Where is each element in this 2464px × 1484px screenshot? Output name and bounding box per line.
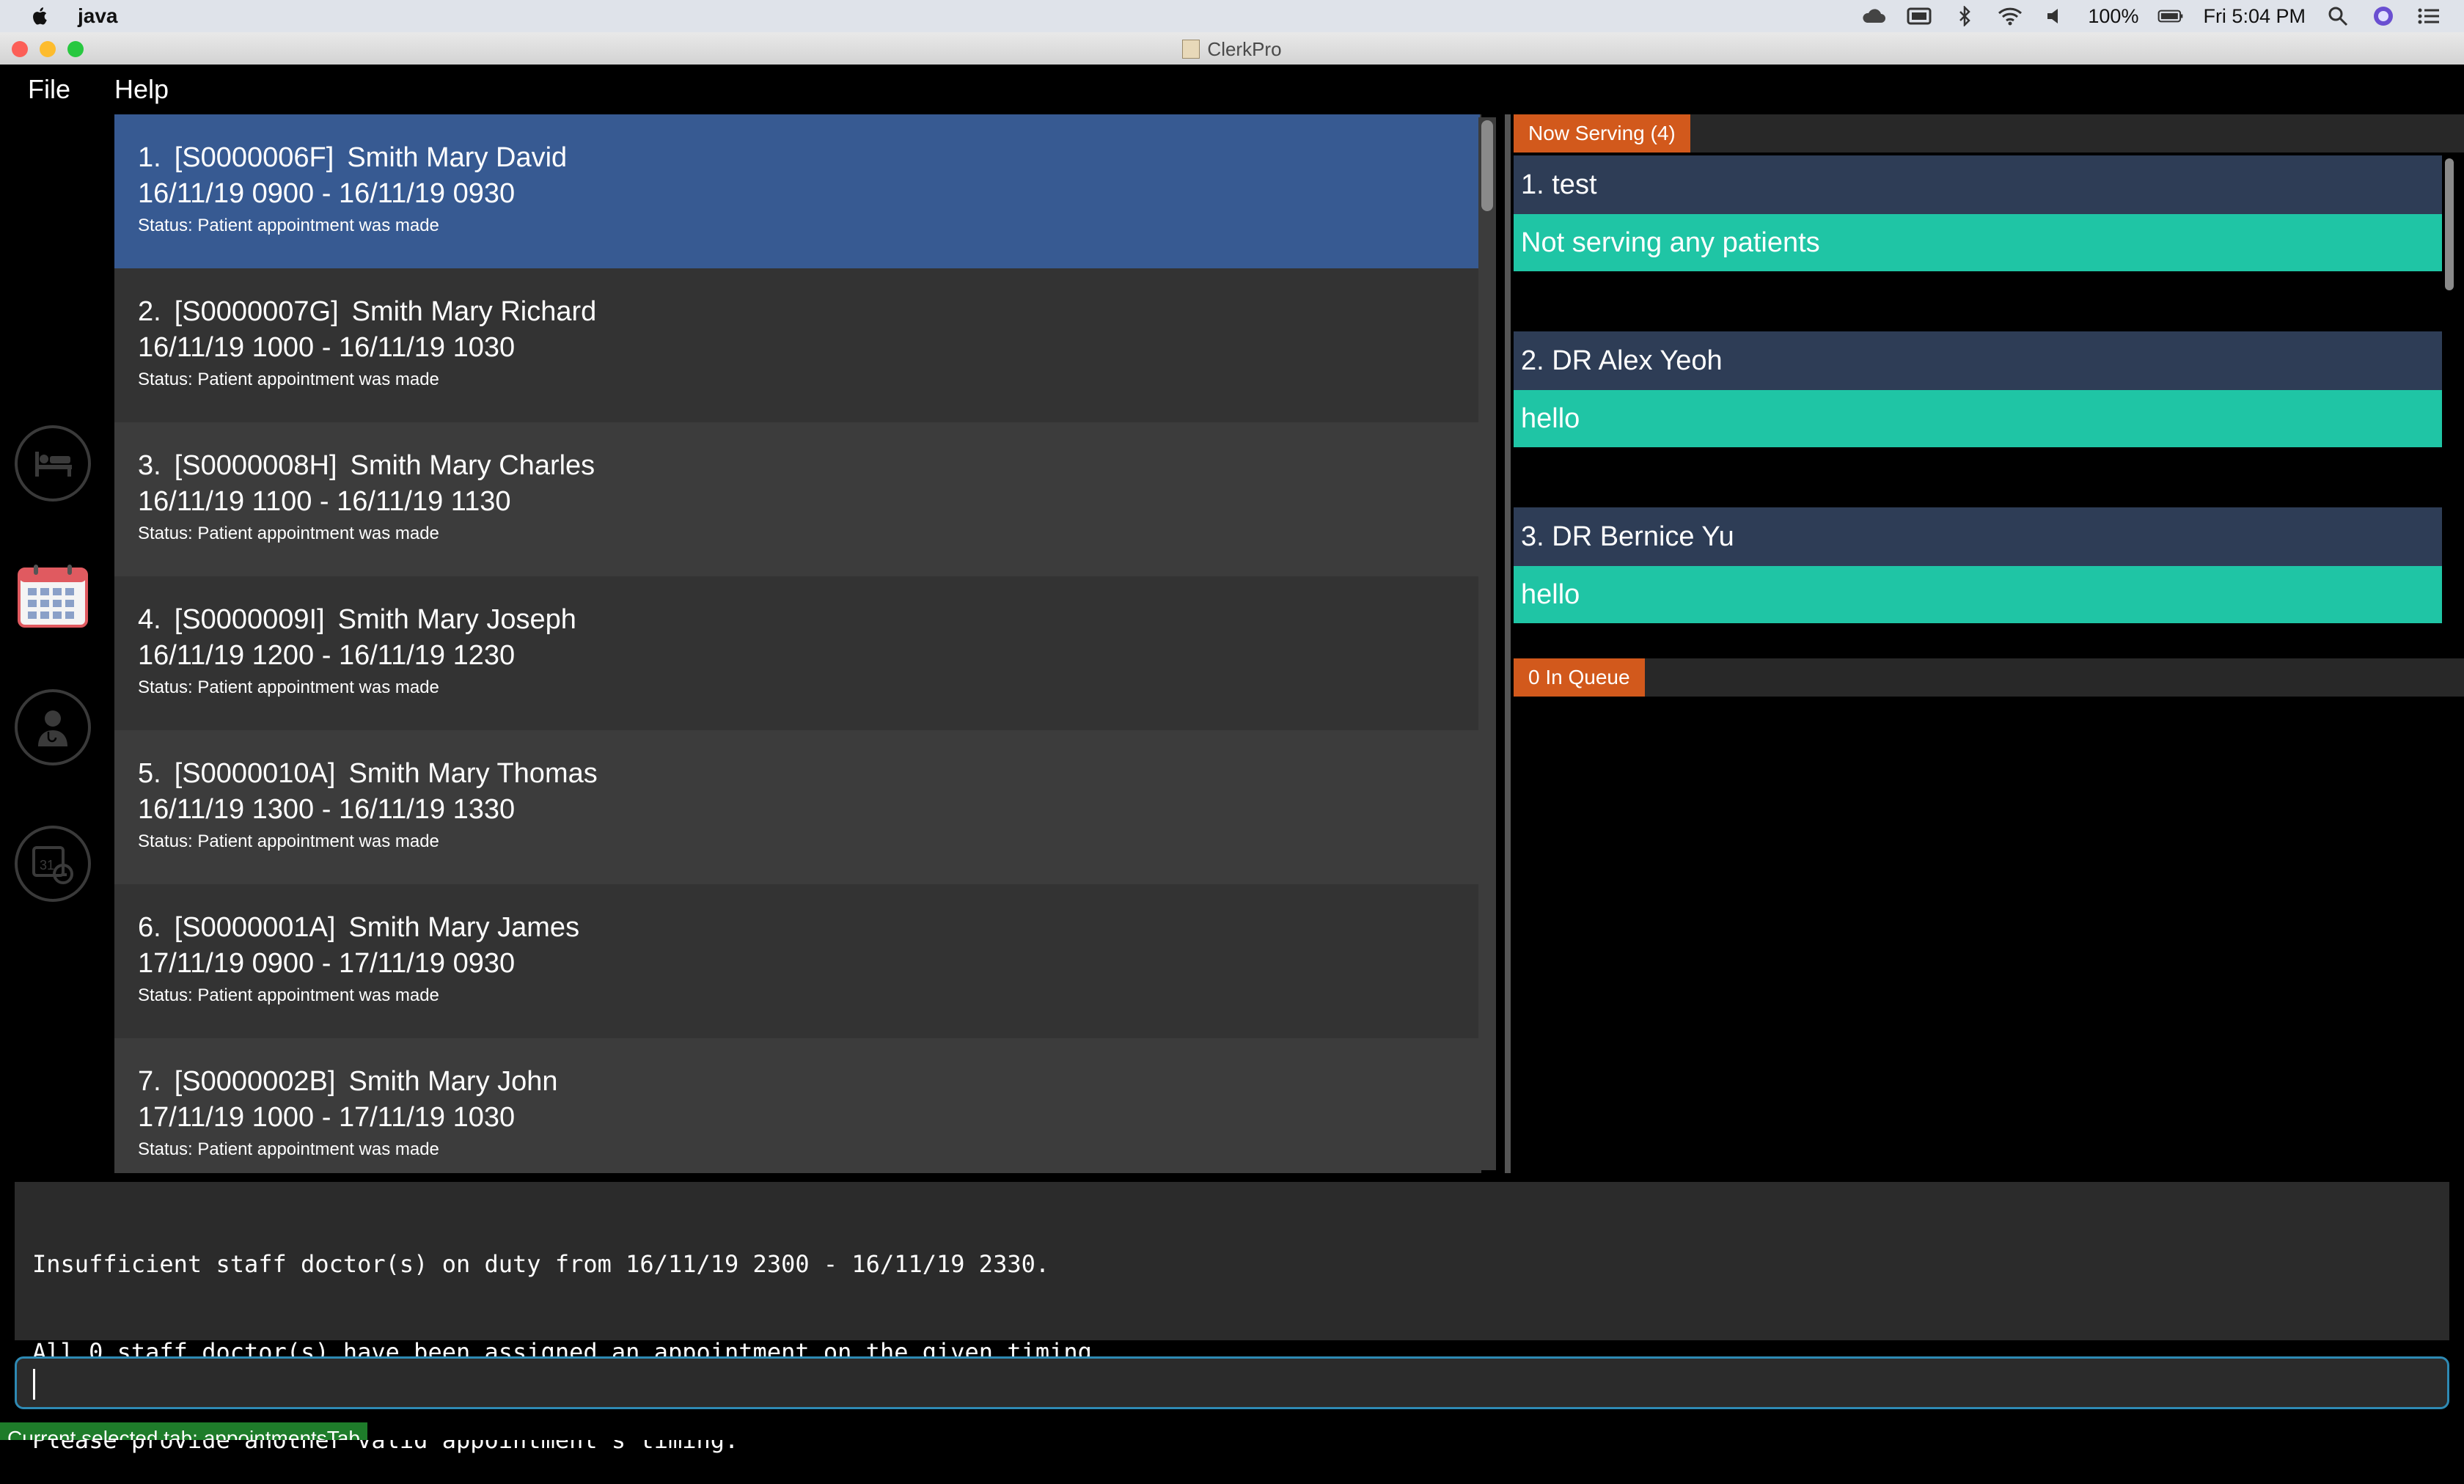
appointment-index: 7. bbox=[138, 1066, 161, 1097]
menu-file[interactable]: File bbox=[26, 70, 72, 109]
appointment-index: 1. bbox=[138, 142, 161, 173]
appointment-card[interactable]: 6. [S0000001A] Smith Mary James 17/11/19 0… bbox=[114, 884, 1480, 1038]
current-tab-status: Current selected tab: appointmentsTab bbox=[0, 1422, 367, 1440]
queue-header: 0 In Queue bbox=[1514, 658, 2464, 697]
room-serving-status: hello bbox=[1514, 566, 2442, 623]
appointment-index: 5. bbox=[138, 758, 161, 789]
result-display: Insufficient staff doctor(s) on duty fro… bbox=[15, 1182, 2449, 1454]
appointment-time: 16/11/19 1100 - 16/11/19 1130 bbox=[138, 486, 511, 517]
duty-roster-tab-button[interactable]: 31 bbox=[15, 826, 91, 902]
scrollbar-thumb[interactable] bbox=[2445, 158, 2454, 290]
appointment-index: 4. bbox=[138, 604, 161, 635]
search-icon[interactable] bbox=[2325, 7, 2351, 26]
battery-icon[interactable] bbox=[2157, 7, 2184, 26]
appointment-patient-name: Smith Mary Richard bbox=[351, 296, 597, 327]
cloud-icon[interactable] bbox=[1860, 7, 1887, 26]
appointment-ref-id: [S0000001A] bbox=[174, 912, 336, 943]
appointment-card[interactable]: 1. [S0000006F] Smith Mary David 16/11/19 0… bbox=[114, 114, 1480, 268]
appointment-status: Status: Patient appointment was made bbox=[138, 1139, 439, 1159]
svg-text:31: 31 bbox=[40, 858, 54, 873]
appointment-card[interactable]: 4. [S0000009I] Smith Mary Joseph 16/11/19 … bbox=[114, 576, 1480, 730]
active-app-name[interactable]: java bbox=[78, 4, 118, 28]
volume-icon[interactable] bbox=[2042, 7, 2069, 26]
room-card[interactable]: 1. test Not serving any patients bbox=[1514, 155, 2442, 271]
room-serving-status: Not serving any patients bbox=[1514, 214, 2442, 271]
queue-count-label: 0 In Queue bbox=[1514, 658, 1645, 697]
doctor-icon bbox=[38, 710, 67, 746]
appointment-card[interactable]: 7. [S0000002B] Smith Mary John 17/11/19 10… bbox=[114, 1038, 1480, 1173]
appointment-ref-id: [S0000002B] bbox=[174, 1066, 336, 1097]
appointment-patient-name: Smith Mary John bbox=[348, 1066, 558, 1097]
bed-icon bbox=[35, 452, 72, 477]
calendar-clock-icon: 31 bbox=[32, 846, 73, 884]
appointment-index: 3. bbox=[138, 450, 161, 481]
window-title: ClerkPro bbox=[0, 38, 2464, 61]
appointment-status: Status: Patient appointment was made bbox=[138, 370, 439, 389]
queue-panel: Now Serving (4) 1. test Not serving any … bbox=[1511, 114, 2464, 1173]
appointment-time: 16/11/19 1200 - 16/11/19 1230 bbox=[138, 640, 516, 671]
appointment-time: 16/11/19 1000 - 16/11/19 1030 bbox=[138, 332, 516, 363]
appointment-list[interactable]: 1. [S0000006F] Smith Mary David 16/11/19 0… bbox=[114, 114, 1481, 1173]
appointment-patient-name: Smith Mary Thomas bbox=[348, 758, 598, 789]
text-caret bbox=[33, 1369, 35, 1400]
status-bar: Current selected tab: appointmentsTab bbox=[0, 1422, 2464, 1440]
appointment-list-scrollbar[interactable] bbox=[1478, 117, 1496, 1170]
scrollbar-thumb[interactable] bbox=[1481, 120, 1493, 211]
appointment-ref-id: [S0000006F] bbox=[174, 142, 334, 173]
appointment-status: Status: Patient appointment was made bbox=[138, 216, 439, 235]
wifi-icon[interactable] bbox=[1997, 7, 2023, 26]
apple-icon[interactable] bbox=[29, 5, 51, 27]
appointment-index: 6. bbox=[138, 912, 161, 943]
document-icon bbox=[1182, 40, 1200, 59]
appointment-time: 16/11/19 1300 - 16/11/19 1330 bbox=[138, 794, 516, 825]
appointment-status: Status: Patient appointment was made bbox=[138, 524, 439, 543]
appointment-status: Status: Patient appointment was made bbox=[138, 677, 439, 697]
appointment-status: Status: Patient appointment was made bbox=[138, 985, 439, 1005]
menu-help[interactable]: Help bbox=[113, 70, 170, 109]
appointment-ref-id: [S0000010A] bbox=[174, 758, 336, 789]
appointment-card[interactable]: 2. [S0000007G] Smith Mary Richard 16/11/19… bbox=[114, 268, 1480, 422]
notification-center-icon[interactable] bbox=[2416, 7, 2442, 26]
appointment-status: Status: Patient appointment was made bbox=[138, 831, 439, 851]
window-title-bar[interactable]: ClerkPro bbox=[0, 32, 2464, 65]
appointment-patient-name: Smith Mary Charles bbox=[350, 450, 595, 481]
tab-sidebar: 31 bbox=[0, 114, 103, 1173]
appointment-patient-name: Smith Mary David bbox=[347, 142, 568, 173]
appointment-card[interactable]: 5. [S0000010A] Smith Mary Thomas 16/11/19 … bbox=[114, 730, 1480, 884]
appointment-time: 17/11/19 1000 - 17/11/19 1030 bbox=[138, 1102, 516, 1133]
appointment-ref-id: [S0000008H] bbox=[174, 450, 337, 481]
appointment-patient-name: Smith Mary James bbox=[348, 912, 580, 943]
macos-menu-bar: java 100% Fri 5:04 PM bbox=[0, 0, 2464, 32]
command-input[interactable] bbox=[17, 1359, 2447, 1407]
room-list-scrollbar[interactable] bbox=[2442, 155, 2457, 657]
app-menu-bar: File Help bbox=[0, 65, 2464, 114]
appointments-tab-button[interactable] bbox=[18, 563, 88, 628]
doctors-tab-button[interactable] bbox=[15, 689, 91, 765]
command-box[interactable] bbox=[15, 1356, 2449, 1409]
bluetooth-icon[interactable] bbox=[1951, 6, 1978, 26]
appointment-card[interactable]: 3. [S0000008H] Smith Mary Charles 16/11/19… bbox=[114, 422, 1480, 576]
battery-percentage[interactable]: 100% bbox=[2088, 5, 2138, 28]
appointment-patient-name: Smith Mary Joseph bbox=[337, 604, 576, 635]
room-title: 2. DR Alex Yeoh bbox=[1514, 331, 2442, 390]
appointment-ref-id: [S0000009I] bbox=[174, 604, 325, 635]
window-title-text: ClerkPro bbox=[1207, 38, 1282, 60]
room-title: 1. test bbox=[1514, 155, 2442, 214]
result-line: Insufficient staff doctor(s) on duty fro… bbox=[32, 1250, 1050, 1278]
room-card[interactable]: 2. DR Alex Yeoh hello bbox=[1514, 331, 2442, 447]
siri-icon[interactable] bbox=[2370, 7, 2397, 26]
now-serving-header: Now Serving (4) bbox=[1514, 114, 2464, 153]
room-serving-status: hello bbox=[1514, 390, 2442, 447]
room-card[interactable]: 3. DR Bernice Yu hello bbox=[1514, 507, 2442, 623]
menubar-clock[interactable]: Fri 5:04 PM bbox=[2203, 5, 2306, 28]
appointment-ref-id: [S0000007G] bbox=[174, 296, 339, 327]
room-title: 3. DR Bernice Yu bbox=[1514, 507, 2442, 566]
appointment-time: 16/11/19 0900 - 16/11/19 0930 bbox=[138, 178, 516, 209]
patients-tab-button[interactable] bbox=[15, 425, 91, 502]
display-icon[interactable] bbox=[1906, 7, 1932, 26]
now-serving-label: Now Serving (4) bbox=[1514, 114, 1690, 153]
appointment-time: 17/11/19 0900 - 17/11/19 0930 bbox=[138, 948, 516, 979]
appointment-index: 2. bbox=[138, 296, 161, 327]
split-pane-divider[interactable] bbox=[1505, 114, 1511, 1173]
